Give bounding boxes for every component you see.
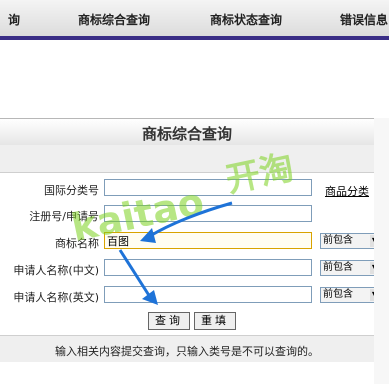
applicant-cn-match-select[interactable]: 前包含 ▼ xyxy=(320,260,382,276)
form-title: 商标综合查询 xyxy=(141,125,232,143)
query-button[interactable]: 查询 xyxy=(148,312,190,330)
button-row: 查询 重填 xyxy=(0,310,374,332)
nav-item-combined-search[interactable]: 商标综合查询 xyxy=(78,11,150,28)
applicant-en-match-select[interactable]: 前包含 ▼ xyxy=(320,287,382,303)
bottom-edge xyxy=(0,362,374,384)
form-header-strip xyxy=(0,145,374,173)
reset-button[interactable]: 重填 xyxy=(194,312,236,330)
trademark-name-match-value: 前包含 xyxy=(323,235,353,246)
row-reg-number: 注册号/申请号 xyxy=(0,203,374,226)
nav-item-error-info[interactable]: 错误信息 xyxy=(340,11,388,28)
row-applicant-en: 申请人名称(英文) 前包含 ▼ xyxy=(0,284,382,307)
search-form: 国际分类号 商品分类 注册号/申请号 商标名称 前包含 ▼ 申请人名称(中文) … xyxy=(0,173,382,309)
trademark-name-input[interactable] xyxy=(104,232,312,249)
right-edge xyxy=(374,118,389,384)
applicant-cn-label: 申请人名称(中文) xyxy=(13,264,99,277)
trademark-name-match-select[interactable]: 前包含 ▼ xyxy=(320,233,382,249)
applicant-en-label: 申请人名称(英文) xyxy=(13,291,99,304)
trademark-name-label: 商标名称 xyxy=(55,237,99,250)
note-bar: 输入相关内容提交查询，只输入类号是不可以查询的。 xyxy=(0,335,374,362)
blank-area xyxy=(0,40,389,118)
form-title-bar: 商标综合查询 xyxy=(0,118,374,146)
reg-number-input[interactable] xyxy=(104,205,312,222)
nav-item-status-search[interactable]: 商标状态查询 xyxy=(210,11,282,28)
class-number-input[interactable] xyxy=(104,179,312,196)
class-number-label: 国际分类号 xyxy=(44,184,99,197)
nav-item-partial[interactable]: 询 xyxy=(8,11,20,28)
reg-number-label: 注册号/申请号 xyxy=(29,210,99,223)
applicant-cn-input[interactable] xyxy=(104,259,312,276)
row-class-number: 国际分类号 商品分类 xyxy=(0,177,374,200)
query-hint: 输入相关内容提交查询，只输入类号是不可以查询的。 xyxy=(55,345,319,358)
applicant-en-input[interactable] xyxy=(104,286,312,303)
goods-classification-link[interactable]: 商品分类 xyxy=(325,183,369,199)
top-nav: 询 商标综合查询 商标状态查询 错误信息 xyxy=(0,0,389,40)
applicant-cn-match-value: 前包含 xyxy=(323,262,353,273)
applicant-en-match-value: 前包含 xyxy=(323,289,353,300)
row-applicant-cn: 申请人名称(中文) 前包含 ▼ xyxy=(0,257,382,280)
row-trademark-name: 商标名称 前包含 ▼ xyxy=(0,230,382,253)
